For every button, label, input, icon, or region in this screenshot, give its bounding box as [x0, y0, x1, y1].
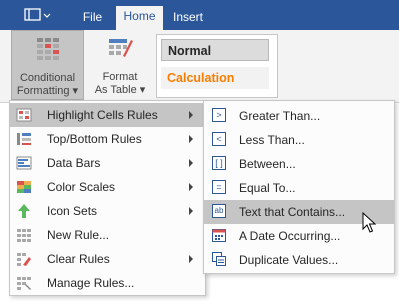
submenu-item-less-than[interactable]: < Less Than... [204, 128, 394, 152]
mouse-pointer-icon [362, 212, 376, 233]
style-normal[interactable]: Normal [161, 39, 269, 61]
greater-than-icon: > [212, 108, 226, 122]
conditional-formatting-icon [37, 38, 59, 60]
submenu-item-label: Between... [239, 157, 296, 171]
submenu-item-label: A Date Occurring... [239, 229, 341, 243]
format-as-table-icon [109, 39, 133, 57]
conditional-formatting-button[interactable]: Conditional Formatting ▾ [11, 30, 84, 100]
submenu-arrow-icon [189, 207, 193, 215]
menu-item-top-bottom-rules[interactable]: Top/Bottom Rules [10, 127, 205, 151]
menu-item-label: New Rule... [47, 228, 110, 242]
menu-item-label: Highlight Cells Rules [47, 108, 158, 122]
submenu-arrow-icon [189, 183, 193, 191]
submenu-arrow-icon [189, 255, 193, 263]
highlight-cells-icon [16, 107, 32, 123]
submenu-item-label: Duplicate Values... [239, 253, 339, 267]
submenu-item-equal-to[interactable]: = Equal To... [204, 176, 394, 200]
menu-item-icon-sets[interactable]: Icon Sets [10, 199, 205, 223]
format-as-table-button[interactable]: Format As Table ▾ [88, 30, 152, 100]
submenu-item-between[interactable]: [ ] Between... [204, 152, 394, 176]
date-occurring-icon [212, 228, 226, 242]
tab-file[interactable]: File [70, 7, 115, 30]
duplicate-values-icon [212, 252, 226, 266]
submenu-arrow-icon [189, 159, 193, 167]
equal-to-icon: = [212, 180, 226, 194]
menu-item-label: Manage Rules... [47, 276, 135, 290]
format-as-table-label-line1: Format [102, 71, 138, 83]
color-scales-icon [16, 179, 32, 195]
tab-home[interactable]: Home [116, 6, 163, 30]
less-than-icon: < [212, 132, 226, 146]
submenu-arrow-icon [189, 111, 193, 119]
ribbon-tab-bar: File Home Insert [0, 0, 399, 30]
format-as-table-label-line2: As Table ▾ [94, 84, 146, 96]
menu-item-label: Color Scales [47, 180, 116, 194]
ribbon-menu-icon[interactable] [14, 5, 56, 25]
menu-item-label: Icon Sets [47, 204, 98, 218]
submenu-item-label: Equal To... [239, 181, 296, 195]
conditional-formatting-label-line1: Conditional [19, 72, 76, 84]
cell-styles-gallery: Normal Calculation [156, 34, 278, 98]
menu-item-label: Clear Rules [47, 252, 110, 266]
menu-item-clear-rules[interactable]: Clear Rules [10, 247, 205, 271]
data-bars-icon [16, 155, 32, 171]
submenu-item-greater-than[interactable]: > Greater Than... [204, 104, 394, 128]
menu-item-data-bars[interactable]: Data Bars [10, 151, 205, 175]
menu-item-color-scales[interactable]: Color Scales [10, 175, 205, 199]
submenu-item-label: Greater Than... [239, 109, 321, 123]
new-rule-icon [16, 227, 32, 243]
submenu-item-label: Less Than... [239, 133, 305, 147]
conditional-formatting-menu: Highlight Cells Rules Top/Bottom Rules D… [9, 100, 206, 296]
submenu-item-duplicate-values[interactable]: Duplicate Values... [204, 248, 394, 272]
ribbon: Conditional Formatting ▾ Format As Table… [0, 30, 399, 103]
style-calculation[interactable]: Calculation [161, 67, 269, 89]
menu-item-new-rule[interactable]: New Rule... [10, 223, 205, 247]
icon-sets-icon [16, 203, 32, 219]
tab-insert[interactable]: Insert [166, 7, 210, 30]
submenu-item-label: Text that Contains... [239, 205, 346, 219]
menu-item-label: Data Bars [47, 156, 101, 170]
menu-item-label: Top/Bottom Rules [47, 132, 142, 146]
conditional-formatting-label-line2: Formatting ▾ [16, 85, 79, 97]
manage-rules-icon [16, 275, 32, 291]
text-contains-icon: ab [212, 204, 226, 218]
highlight-cells-rules-submenu: > Greater Than... < Less Than... [ ] Bet… [203, 100, 395, 274]
clear-rules-icon [16, 251, 32, 267]
between-icon: [ ] [212, 156, 226, 170]
menu-item-highlight-cells-rules[interactable]: Highlight Cells Rules [10, 103, 205, 127]
top-bottom-icon [16, 131, 32, 147]
menu-item-manage-rules[interactable]: Manage Rules... [10, 271, 205, 295]
submenu-arrow-icon [189, 135, 193, 143]
